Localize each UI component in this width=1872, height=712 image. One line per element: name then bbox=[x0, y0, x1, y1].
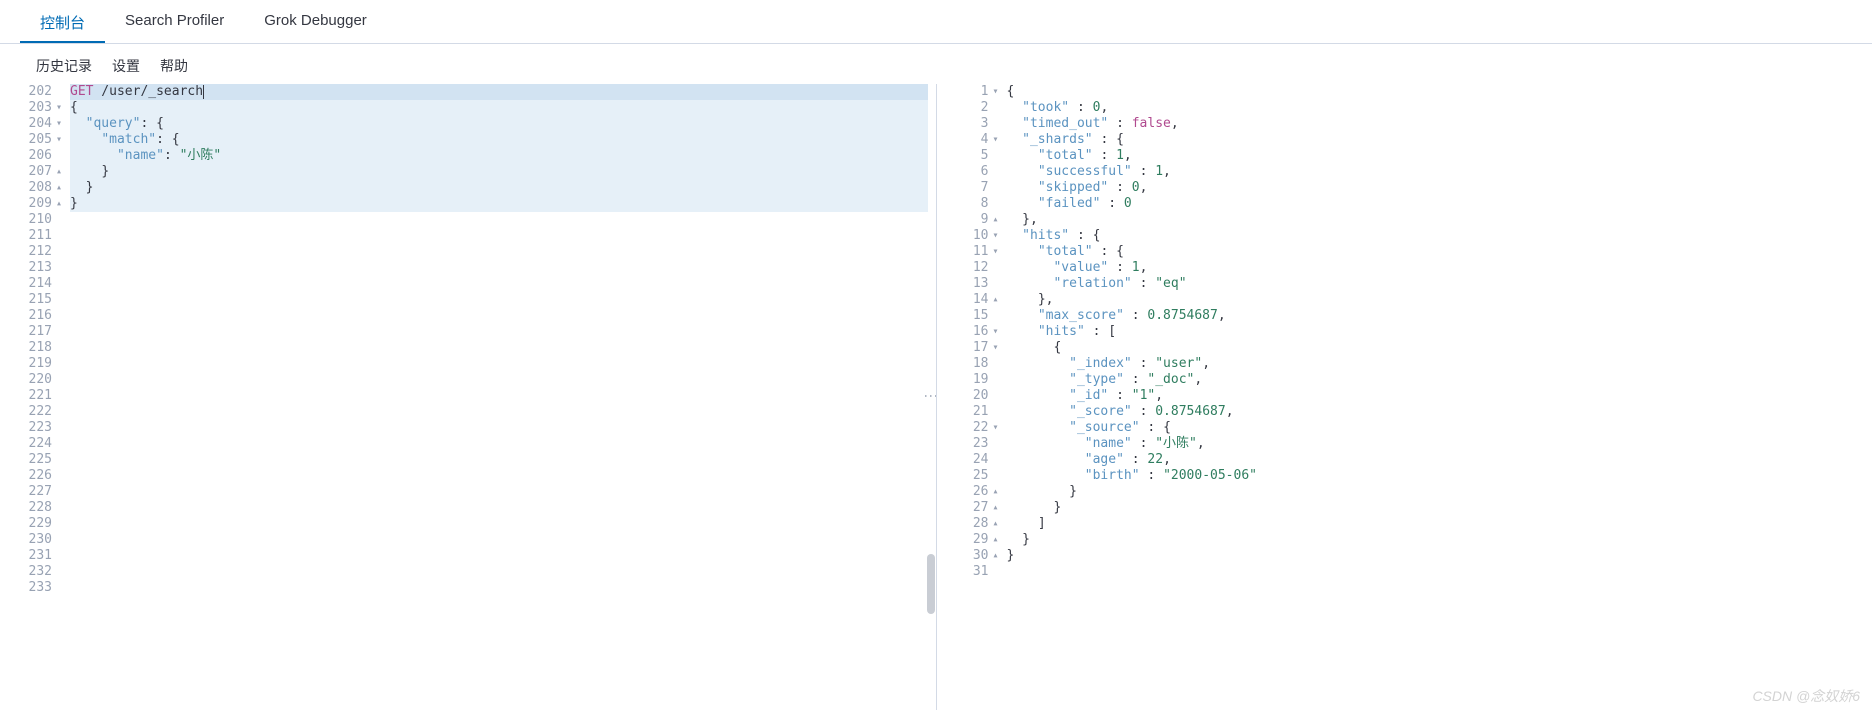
subtab-help[interactable]: 帮助 bbox=[160, 56, 188, 76]
tab-search-profiler[interactable]: Search Profiler bbox=[105, 0, 244, 43]
subtab-settings[interactable]: 设置 bbox=[112, 56, 140, 76]
request-panel: 202203▾204▾205▾206207▴208▴209▴2102112122… bbox=[0, 84, 937, 710]
tab-console[interactable]: 控制台 bbox=[20, 0, 105, 43]
response-gutter: 1▾234▾56789▴10▾11▾121314▴1516▾17▾1819202… bbox=[937, 84, 1007, 710]
request-editor[interactable]: 202203▾204▾205▾206207▴208▴209▴2102112122… bbox=[0, 84, 936, 710]
response-panel: 1▾234▾56789▴10▾11▾121314▴1516▾17▾1819202… bbox=[937, 84, 1872, 710]
request-gutter: 202203▾204▾205▾206207▴208▴209▴2102112122… bbox=[0, 84, 70, 710]
watermark: CSDN @念奴娇6 bbox=[1752, 686, 1860, 706]
tab-bar: 控制台 Search Profiler Grok Debugger bbox=[0, 0, 1872, 44]
tab-grok-debugger[interactable]: Grok Debugger bbox=[244, 0, 387, 43]
sub-toolbar: 历史记录 设置 帮助 bbox=[0, 44, 1872, 84]
request-code[interactable]: GET /user/_search{ "query": { "match": {… bbox=[70, 84, 936, 710]
main-split: 202203▾204▾205▾206207▴208▴209▴2102112122… bbox=[0, 84, 1872, 710]
response-code: { "took" : 0, "timed_out" : false, "_sha… bbox=[1007, 84, 1872, 710]
subtab-history[interactable]: 历史记录 bbox=[36, 56, 92, 76]
response-editor[interactable]: 1▾234▾56789▴10▾11▾121314▴1516▾17▾1819202… bbox=[937, 84, 1872, 710]
split-handle[interactable]: ⋮ bbox=[924, 389, 937, 405]
